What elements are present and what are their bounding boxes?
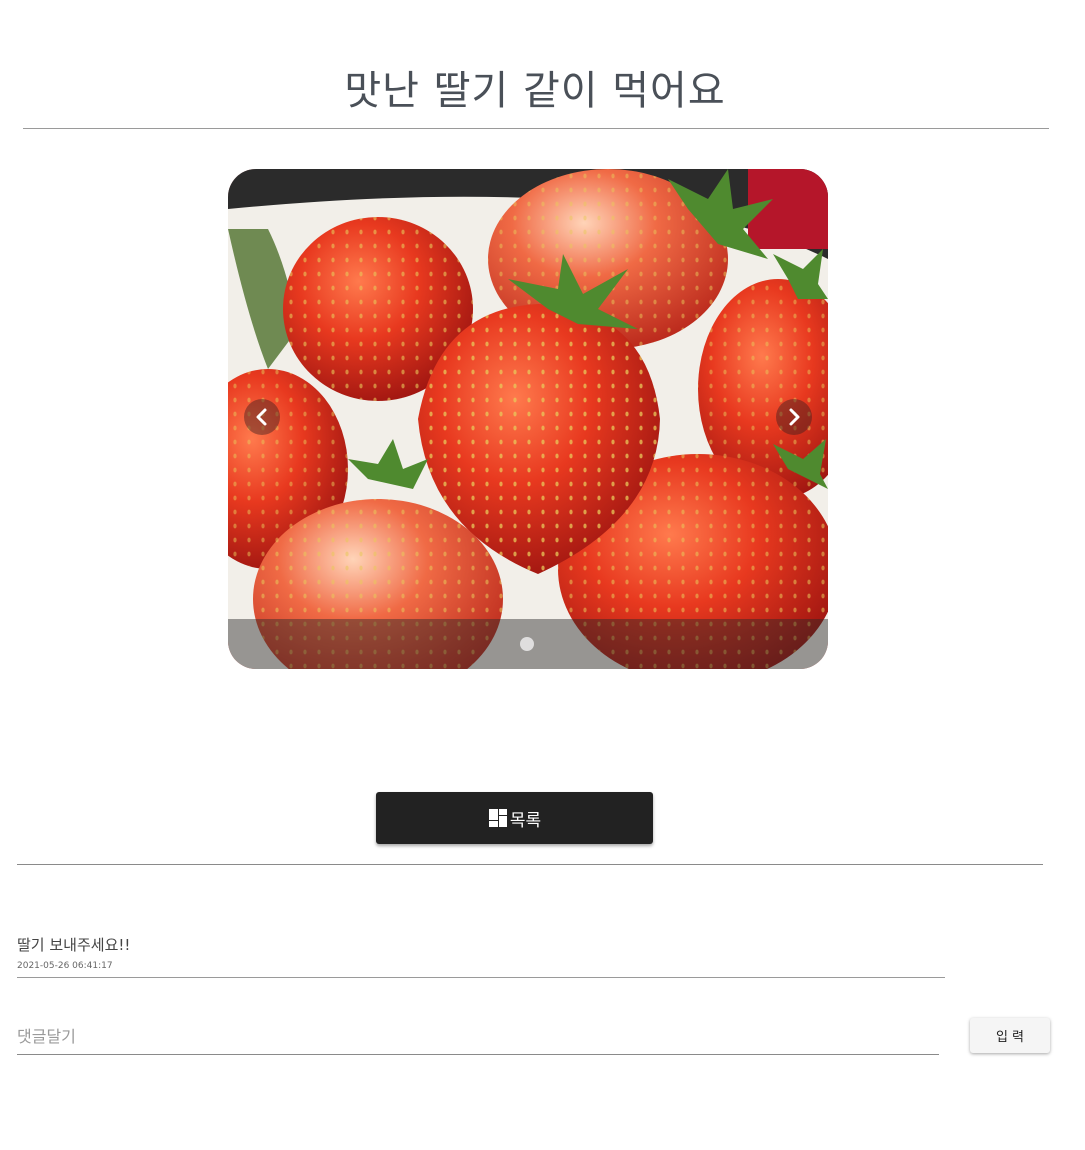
carousel-image [228, 169, 828, 669]
carousel-indicator-dot[interactable] [520, 637, 534, 651]
comment-item: 딸기 보내주세요!! 2021-05-26 06:41:17 [17, 934, 945, 978]
comment-submit-button[interactable]: 입 력 [970, 1018, 1050, 1053]
post-detail-page: 맛난 딸기 같이 먹어요 목록 딸기 보내주세요!! 2021-05-26 06… [0, 0, 1085, 1150]
content-divider [17, 864, 1043, 865]
image-carousel[interactable] [228, 169, 828, 669]
page-title: 맛난 딸기 같이 먹어요 [344, 68, 726, 114]
comment-input-field [17, 1020, 939, 1055]
carousel-next-button[interactable] [776, 399, 812, 435]
chevron-right-icon [789, 408, 800, 426]
dashboard-icon [488, 808, 508, 828]
list-button[interactable]: 목록 [376, 792, 653, 844]
carousel-prev-button[interactable] [244, 399, 280, 435]
comment-text: 딸기 보내주세요!! [17, 936, 131, 954]
carousel-indicator-bar [228, 619, 828, 669]
comment-input[interactable] [17, 1020, 939, 1052]
list-button-label: 목록 [509, 810, 542, 831]
chevron-left-icon [256, 408, 267, 426]
title-divider [23, 128, 1049, 129]
comment-date: 2021-05-26 06:41:17 [17, 961, 113, 971]
